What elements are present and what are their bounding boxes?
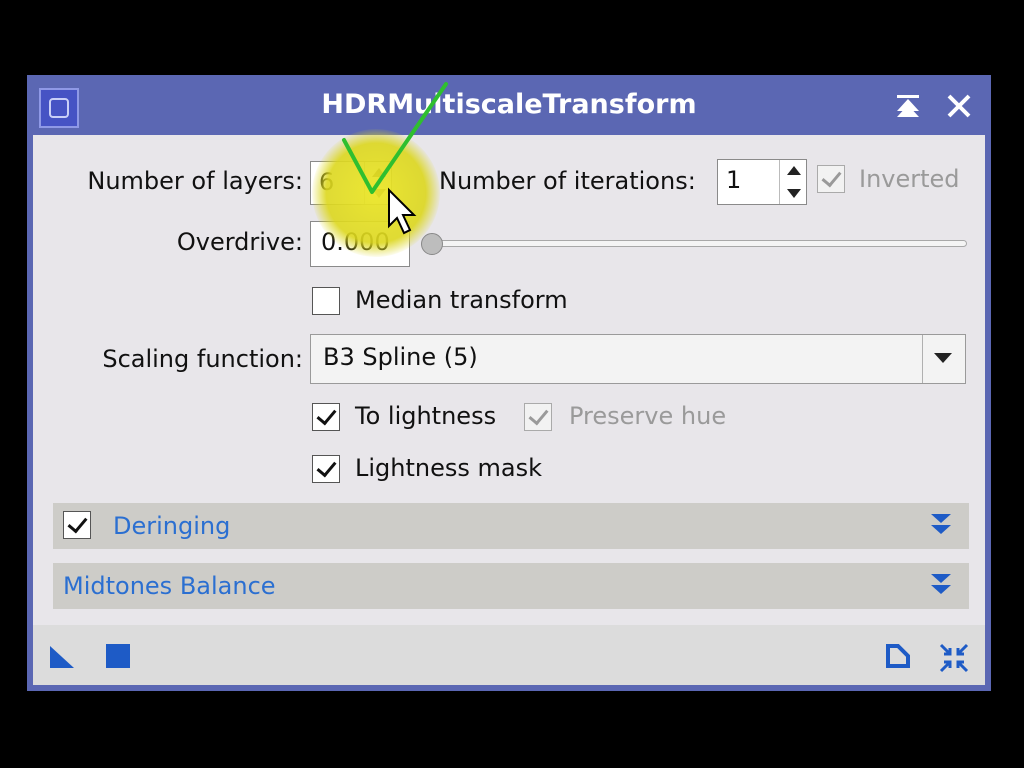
cursor-icon — [388, 187, 417, 235]
green-checkmark-icon — [342, 82, 448, 194]
annotation-overlay — [342, 82, 448, 235]
